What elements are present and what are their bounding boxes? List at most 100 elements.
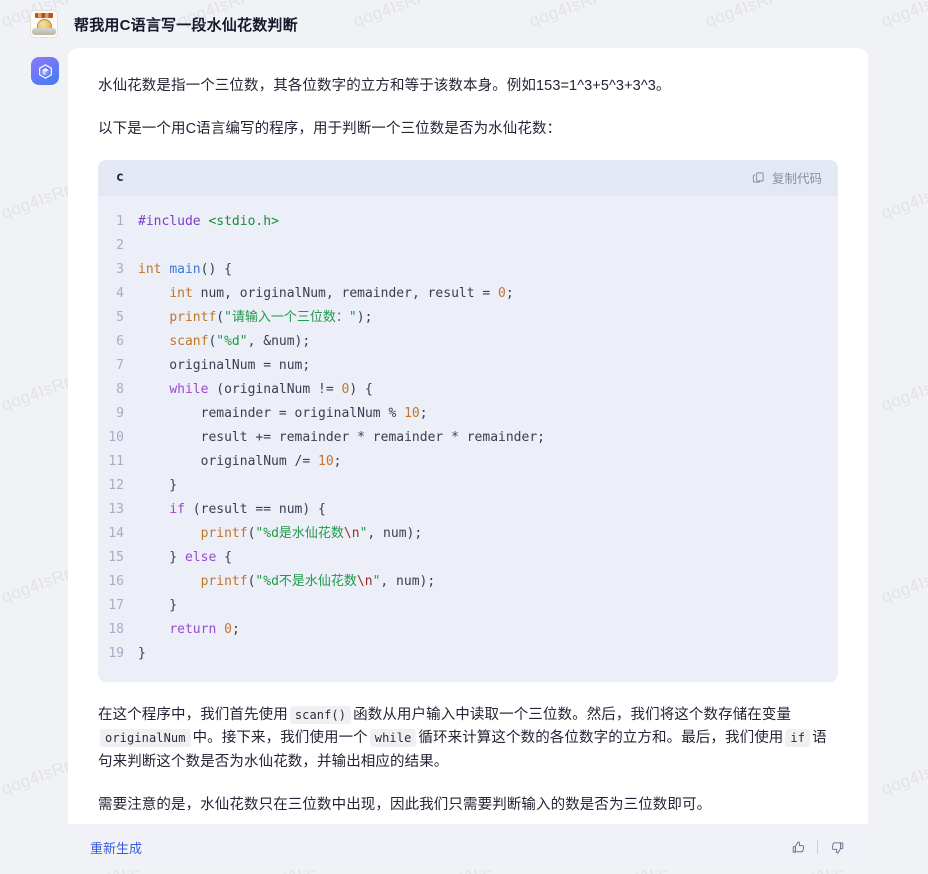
code-token: ) {	[349, 381, 373, 397]
code-token: 0	[498, 285, 506, 301]
code-token: {	[216, 549, 232, 565]
code-line: 2	[98, 234, 838, 258]
code-line: 5 printf("请输入一个三位数：");	[98, 306, 838, 330]
explanation-paragraph: 在这个程序中，我们首先使用 scanf() 函数从用户输入中读取一个三位数。然后，我…	[98, 704, 838, 774]
code-token: originalNum /=	[138, 453, 319, 469]
code-token: \n	[343, 525, 360, 541]
code-line-content: #include <stdio.h>	[138, 210, 838, 234]
code-line-number: 17	[108, 597, 124, 613]
code-line-content: } else {	[138, 546, 838, 570]
code-line: 16 printf("%d不是水仙花数\n", num);	[98, 570, 838, 594]
code-line-content: int num, originalNum, remainder, result …	[138, 282, 838, 306]
code-line-number: 10	[108, 429, 124, 445]
code-token: scanf	[169, 333, 209, 349]
code-line-content: }	[138, 474, 838, 498]
code-line: 17 }	[98, 594, 838, 618]
code-token: ;	[419, 405, 428, 421]
copy-icon	[752, 172, 764, 184]
avatar-decor-top	[35, 13, 53, 18]
code-line-content: if (result == num) {	[138, 498, 838, 522]
code-token: (result == num) {	[184, 501, 326, 517]
code-token: }	[138, 549, 185, 565]
inline-code-if: if	[785, 729, 811, 748]
watermark-text: qog4IsRr	[0, 180, 74, 223]
avatar-decor-base	[32, 28, 56, 35]
inline-code-while: while	[369, 729, 417, 748]
code-token: , &num);	[247, 333, 311, 349]
explain-text-c: 中。接下来，我们使用一个	[192, 730, 368, 747]
code-token: remainder = originalNum %	[138, 405, 405, 421]
watermark-text: qog4IsRr	[0, 564, 74, 607]
thumbs-down-button[interactable]	[824, 834, 850, 860]
copy-code-label: 复制代码	[771, 172, 822, 187]
watermark-text: qog4IsRr	[0, 372, 74, 415]
code-line-number: 14	[108, 525, 124, 541]
code-content[interactable]: 1 #include <stdio.h> 2 3 int main() {4 int …	[98, 196, 838, 682]
watermark-text: qog4IsRr	[878, 180, 928, 223]
code-line: 13 if (result == num) {	[98, 498, 838, 522]
copy-code-button[interactable]: 复制代码	[752, 168, 822, 187]
code-line-number: 13	[108, 501, 124, 517]
code-token: if	[169, 501, 185, 517]
code-token: () {	[200, 261, 232, 277]
code-line: 8 while (originalNum != 0) {	[98, 378, 838, 402]
code-line: 7 originalNum = num;	[98, 354, 838, 378]
user-avatar	[30, 10, 58, 38]
code-line-number: 4	[116, 285, 124, 301]
code-line-number: 5	[116, 309, 124, 325]
code-block: c 复制代码 1 #include <stdio.h> 2 3 int main() …	[98, 159, 838, 682]
code-line-content: while (originalNum != 0) {	[138, 378, 838, 402]
code-line: 3 int main() {	[98, 258, 838, 282]
code-token: 10	[404, 405, 420, 421]
code-line-content: originalNum = num;	[138, 354, 838, 378]
inline-code-scanf: scanf()	[289, 705, 352, 724]
assistant-message-card: 水仙花数是指一个三位数，其各位数字的立方和等于该数本身。例如153=1^3+5^…	[68, 48, 868, 870]
code-line: 18 return 0;	[98, 618, 838, 642]
cube-logo-icon	[38, 63, 52, 79]
code-line-content: printf("请输入一个三位数：");	[138, 306, 838, 330]
code-token: printf	[200, 573, 248, 589]
code-token: "%d是水仙花数	[255, 525, 344, 541]
code-line-content: result += remainder * remainder * remain…	[138, 426, 838, 450]
code-token: (originalNum !=	[208, 381, 342, 397]
code-token: "%d不是水仙花数	[255, 573, 357, 589]
code-token: ;	[231, 621, 240, 637]
code-line-number: 7	[116, 357, 124, 373]
thumbs-up-icon	[792, 841, 804, 853]
explain-text-b: 函数从用户输入中读取一个三位数。然后，我们将这个数存储在变量	[353, 706, 792, 723]
code-token: }	[138, 597, 178, 613]
code-token: 10	[318, 453, 334, 469]
code-token: return	[169, 621, 217, 637]
code-token: #include	[138, 213, 209, 229]
code-line-number: 19	[108, 645, 124, 661]
code-token: num, originalNum, remainder, result =	[192, 285, 499, 301]
code-line-number: 1	[116, 213, 124, 229]
code-token: }	[138, 477, 178, 493]
code-token: printf	[169, 309, 217, 325]
code-line-number: 8	[116, 381, 124, 397]
message-body: 水仙花数是指一个三位数，其各位数字的立方和等于该数本身。例如153=1^3+5^…	[68, 48, 868, 818]
code-line-number: 6	[116, 333, 124, 349]
code-token: , num);	[367, 525, 423, 541]
explain-text-d: 循环来计算这个数的各位数字的立方和。最后，我们使用	[418, 730, 784, 747]
code-line: 10 result += remainder * remainder * rem…	[98, 426, 838, 450]
code-line: 11 originalNum /= 10;	[98, 450, 838, 474]
code-token: while	[169, 381, 209, 397]
code-token: int	[138, 261, 170, 277]
feedback-divider	[817, 840, 818, 854]
code-token: ;	[505, 285, 514, 301]
code-token: 0	[224, 621, 232, 637]
assistant-avatar	[31, 57, 59, 85]
code-token: }	[138, 645, 146, 661]
code-line: 4 int num, originalNum, remainder, resul…	[98, 282, 838, 306]
code-line-content: originalNum /= 10;	[138, 450, 838, 474]
code-token: \n	[356, 573, 373, 589]
code-line-number: 9	[116, 405, 124, 421]
regenerate-button[interactable]: 重新生成	[90, 838, 142, 857]
thumbs-up-button[interactable]	[785, 834, 811, 860]
